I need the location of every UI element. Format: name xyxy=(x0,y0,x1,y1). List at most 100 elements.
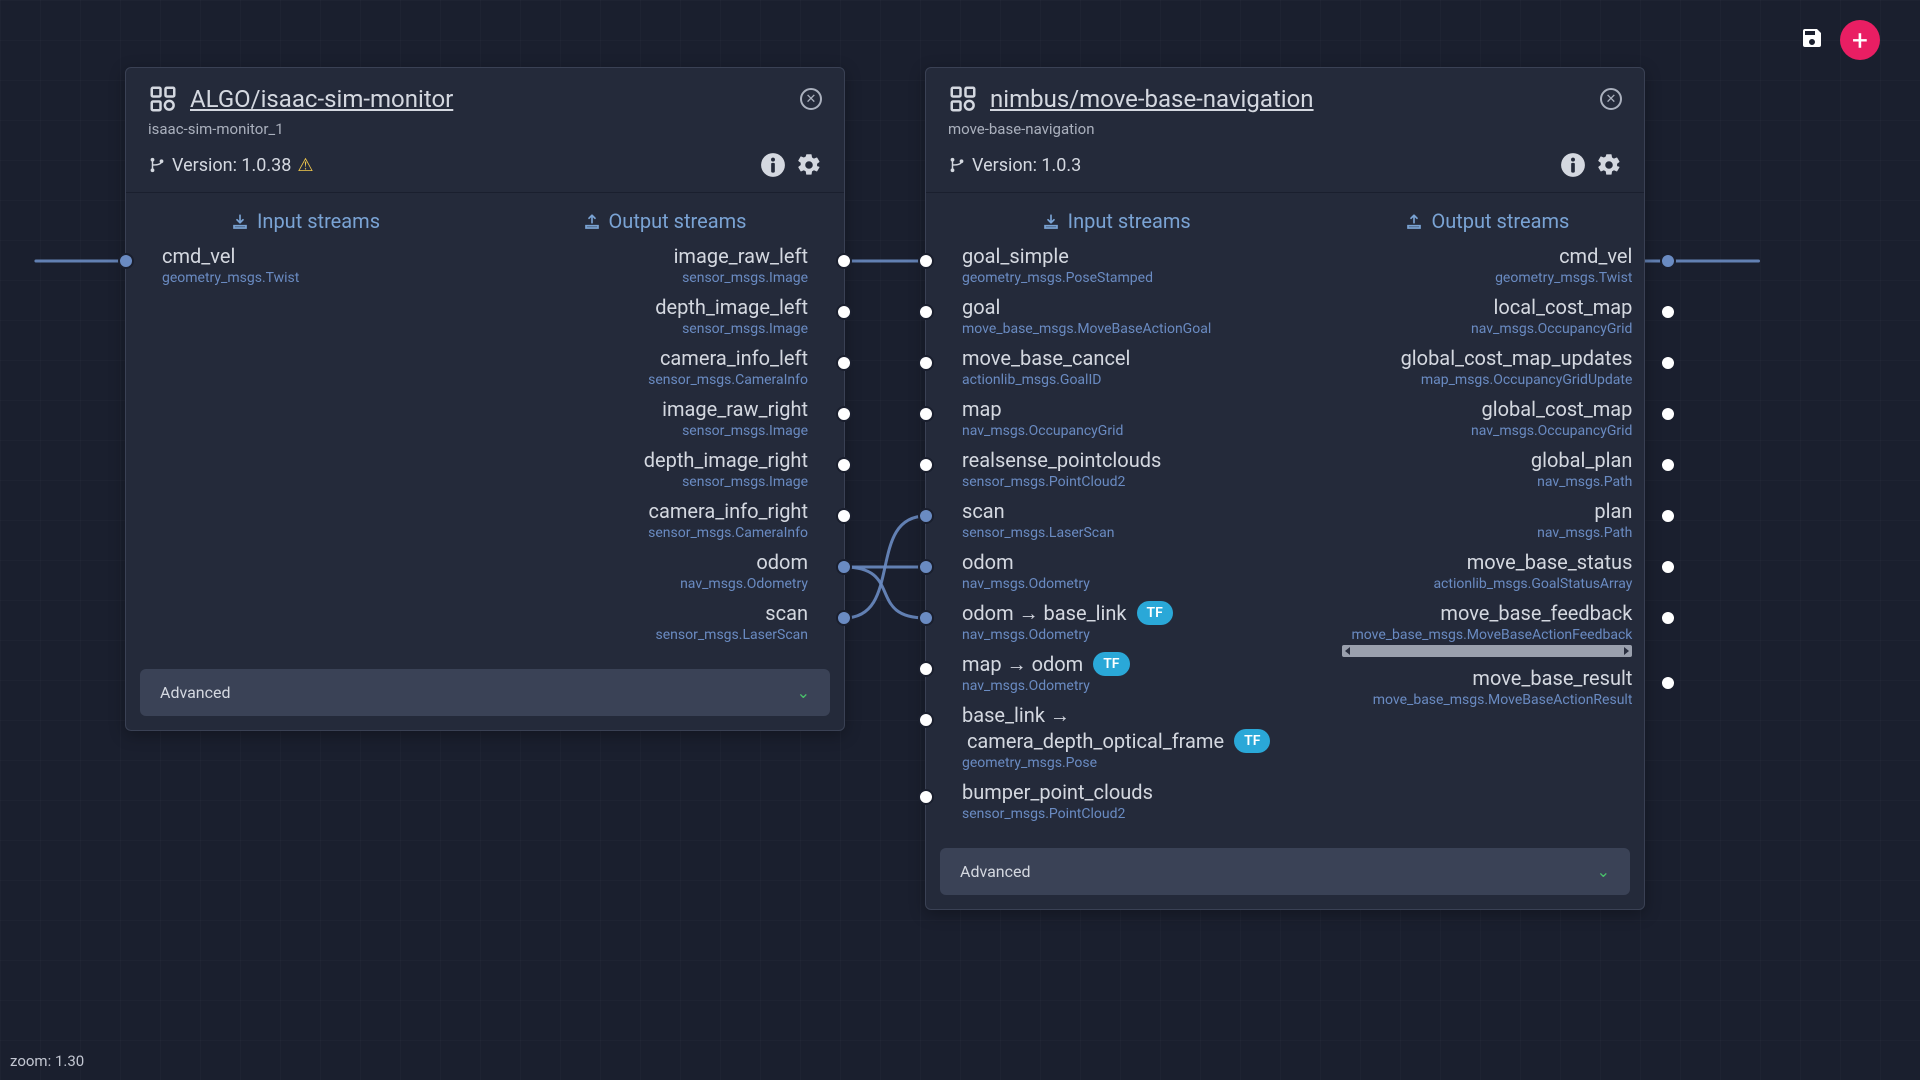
stream-name: global_plan xyxy=(1531,447,1633,473)
node-type-icon xyxy=(148,84,178,114)
advanced-toggle[interactable]: Advanced ⌄ xyxy=(140,669,830,716)
output-port[interactable] xyxy=(1660,355,1676,371)
stream-name: depth_image_right xyxy=(644,447,808,473)
output-port[interactable] xyxy=(1660,253,1676,269)
stream-name: move_base_result xyxy=(1472,665,1632,691)
output-port[interactable] xyxy=(1660,457,1676,473)
gear-icon[interactable] xyxy=(796,152,822,178)
upload-icon xyxy=(583,212,601,230)
node-header: ALGO/isaac-sim-monitor ✕ isaac-sim-monit… xyxy=(126,68,844,193)
input-stream-item: cmd_vel geometry_msgs.Twist xyxy=(126,241,485,292)
stream-name: local_cost_map xyxy=(1493,294,1632,320)
stream-name: goal xyxy=(962,294,1000,320)
stream-type: sensor_msgs.Image xyxy=(521,321,808,337)
input-port[interactable] xyxy=(918,789,934,805)
output-stream-item: move_base_result move_base_msgs.MoveBase… xyxy=(1306,663,1668,714)
stream-name: realsense_pointclouds xyxy=(962,447,1161,473)
output-port[interactable] xyxy=(1660,559,1676,575)
output-stream-item: move_base_status actionlib_msgs.GoalStat… xyxy=(1306,547,1668,598)
info-icon[interactable] xyxy=(760,152,786,178)
node-title[interactable]: nimbus/move-base-navigation xyxy=(990,85,1314,113)
output-port[interactable] xyxy=(1660,406,1676,422)
stream-name: cmd_vel xyxy=(1559,243,1632,269)
input-port[interactable] xyxy=(918,304,934,320)
stream-type: actionlib_msgs.GoalStatusArray xyxy=(1342,576,1632,592)
output-port[interactable] xyxy=(836,253,852,269)
output-port[interactable] xyxy=(836,457,852,473)
stream-name: move_base_cancel xyxy=(962,345,1130,371)
input-port[interactable] xyxy=(118,253,134,269)
stream-name: odom xyxy=(756,549,808,575)
stream-type: nav_msgs.Path xyxy=(1342,474,1632,490)
node-node-b[interactable]: nimbus/move-base-navigation ✕ move-base-… xyxy=(925,67,1645,910)
stream-name: camera_info_left xyxy=(660,345,808,371)
stream-type: move_base_msgs.MoveBaseActionFeedback xyxy=(1342,627,1632,643)
stream-name: plan xyxy=(1594,498,1632,524)
input-port[interactable] xyxy=(918,457,934,473)
output-port[interactable] xyxy=(836,304,852,320)
outputs-column: Output streams image_raw_left sensor_msg… xyxy=(485,203,844,649)
stream-name: camera_info_right xyxy=(648,498,808,524)
warning-icon: ⚠ xyxy=(297,155,313,176)
advanced-toggle[interactable]: Advanced ⌄ xyxy=(940,848,1630,895)
output-port[interactable] xyxy=(836,610,852,626)
save-icon[interactable] xyxy=(1800,26,1824,54)
output-port[interactable] xyxy=(1660,304,1676,320)
node-node-a[interactable]: ALGO/isaac-sim-monitor ✕ isaac-sim-monit… xyxy=(125,67,845,731)
output-stream-item: depth_image_right sensor_msgs.Image xyxy=(485,445,844,496)
stream-name: odom xyxy=(962,549,1014,575)
close-icon[interactable]: ✕ xyxy=(1600,88,1622,110)
stream-type: sensor_msgs.Image xyxy=(521,270,808,286)
stream-type: nav_msgs.OccupancyGrid xyxy=(1342,321,1632,337)
stream-type: sensor_msgs.PointCloud2 xyxy=(962,806,1270,822)
output-port[interactable] xyxy=(836,559,852,575)
text-overflow-scrollbar[interactable] xyxy=(1342,645,1632,657)
info-icon[interactable] xyxy=(1560,152,1586,178)
input-port[interactable] xyxy=(918,253,934,269)
inputs-header: Input streams xyxy=(926,203,1306,241)
output-port[interactable] xyxy=(1660,508,1676,524)
stream-type: nav_msgs.Odometry xyxy=(521,576,808,592)
output-port[interactable] xyxy=(836,508,852,524)
stream-type: geometry_msgs.PoseStamped xyxy=(962,270,1270,286)
close-icon[interactable]: ✕ xyxy=(800,88,822,110)
stream-type: move_base_msgs.MoveBaseActionResult xyxy=(1342,692,1632,708)
stream-type: geometry_msgs.Twist xyxy=(1342,270,1632,286)
output-stream-item: camera_info_right sensor_msgs.CameraInfo xyxy=(485,496,844,547)
output-stream-item: camera_info_left sensor_msgs.CameraInfo xyxy=(485,343,844,394)
stream-type: sensor_msgs.CameraInfo xyxy=(521,372,808,388)
stream-name: odom → base_linkTF xyxy=(962,600,1173,626)
stream-type: nav_msgs.Odometry xyxy=(962,627,1270,643)
gear-icon[interactable] xyxy=(1596,152,1622,178)
stream-name: map xyxy=(962,396,1002,422)
output-stream-item: plan nav_msgs.Path xyxy=(1306,496,1668,547)
input-port[interactable] xyxy=(918,661,934,677)
input-port[interactable] xyxy=(918,559,934,575)
stream-name: scan xyxy=(962,498,1005,524)
toolbar: + xyxy=(1800,20,1880,60)
output-port[interactable] xyxy=(836,355,852,371)
input-port[interactable] xyxy=(918,712,934,728)
input-port[interactable] xyxy=(918,355,934,371)
connection-edge[interactable] xyxy=(844,516,926,618)
output-port[interactable] xyxy=(1660,675,1676,691)
input-stream-item: odom → base_linkTF nav_msgs.Odometry xyxy=(926,598,1306,649)
input-port[interactable] xyxy=(918,508,934,524)
output-port[interactable] xyxy=(1660,610,1676,626)
output-stream-item: global_plan nav_msgs.Path xyxy=(1306,445,1668,496)
stream-type: move_base_msgs.MoveBaseActionGoal xyxy=(962,321,1270,337)
input-port[interactable] xyxy=(918,610,934,626)
output-stream-item: local_cost_map nav_msgs.OccupancyGrid xyxy=(1306,292,1668,343)
stream-name: move_base_status xyxy=(1467,549,1633,575)
node-subtitle: isaac-sim-monitor_1 xyxy=(148,120,822,138)
version-label: Version: 1.0.3 xyxy=(972,155,1081,176)
stream-name: bumper_point_clouds xyxy=(962,779,1153,805)
node-title[interactable]: ALGO/isaac-sim-monitor xyxy=(190,85,453,113)
zoom-level: zoom: 1.30 xyxy=(10,1052,84,1070)
input-port[interactable] xyxy=(918,406,934,422)
chevron-down-icon: ⌄ xyxy=(797,683,810,702)
output-port[interactable] xyxy=(836,406,852,422)
output-stream-item: odom nav_msgs.Odometry xyxy=(485,547,844,598)
connection-edge[interactable] xyxy=(844,567,926,618)
add-button[interactable]: + xyxy=(1840,20,1880,60)
